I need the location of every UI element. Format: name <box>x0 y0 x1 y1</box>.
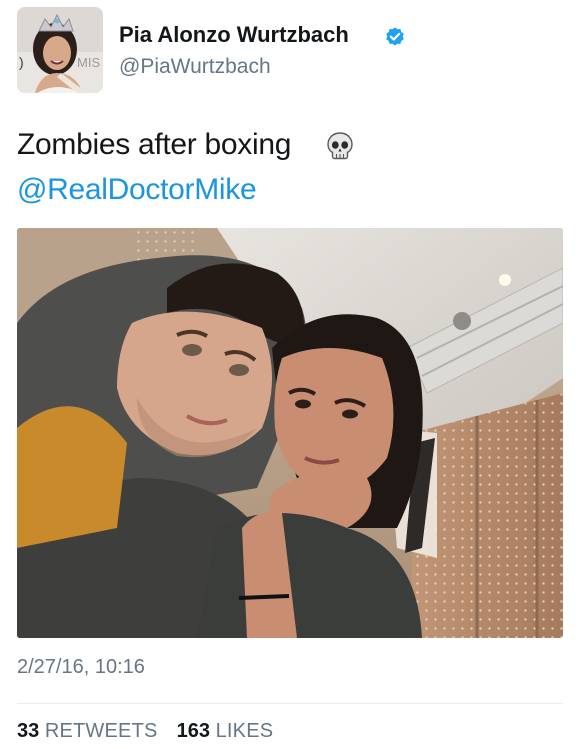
likes-label: LIKES <box>215 720 274 742</box>
tweet-stats: 33 RETWEETS 163 LIKES <box>17 720 273 743</box>
verified-badge-icon <box>386 27 404 46</box>
author-handle[interactable]: @PiaWurtzbach <box>119 55 271 79</box>
stats-divider <box>17 703 563 704</box>
author-display-name[interactable]: Pia Alonzo Wurtzbach <box>119 22 349 48</box>
retweets-count: 33 <box>17 720 40 742</box>
selfie-photo-image <box>17 228 563 638</box>
tweet-text: Zombies after boxing <box>17 128 292 161</box>
author-avatar[interactable]: ) MIS <box>17 7 103 93</box>
likes-stat[interactable]: 163 LIKES <box>177 720 274 742</box>
retweets-stat[interactable]: 33 RETWEETS <box>17 720 163 742</box>
mention-link[interactable]: @RealDoctorMike <box>17 173 257 207</box>
avatar-image: ) MIS <box>17 7 103 93</box>
svg-text:MIS: MIS <box>77 55 100 70</box>
tweet-photo[interactable] <box>17 228 563 638</box>
skull-icon <box>327 132 353 160</box>
tweet-card: ) MIS Pia Alonzo Wurtzbach @PiaWurtzbach… <box>0 0 580 749</box>
likes-count: 163 <box>176 720 211 742</box>
retweets-label: RETWEETS <box>44 720 158 742</box>
svg-text:): ) <box>19 54 24 70</box>
tweet-timestamp[interactable]: 2/27/16, 10:16 <box>17 656 145 679</box>
